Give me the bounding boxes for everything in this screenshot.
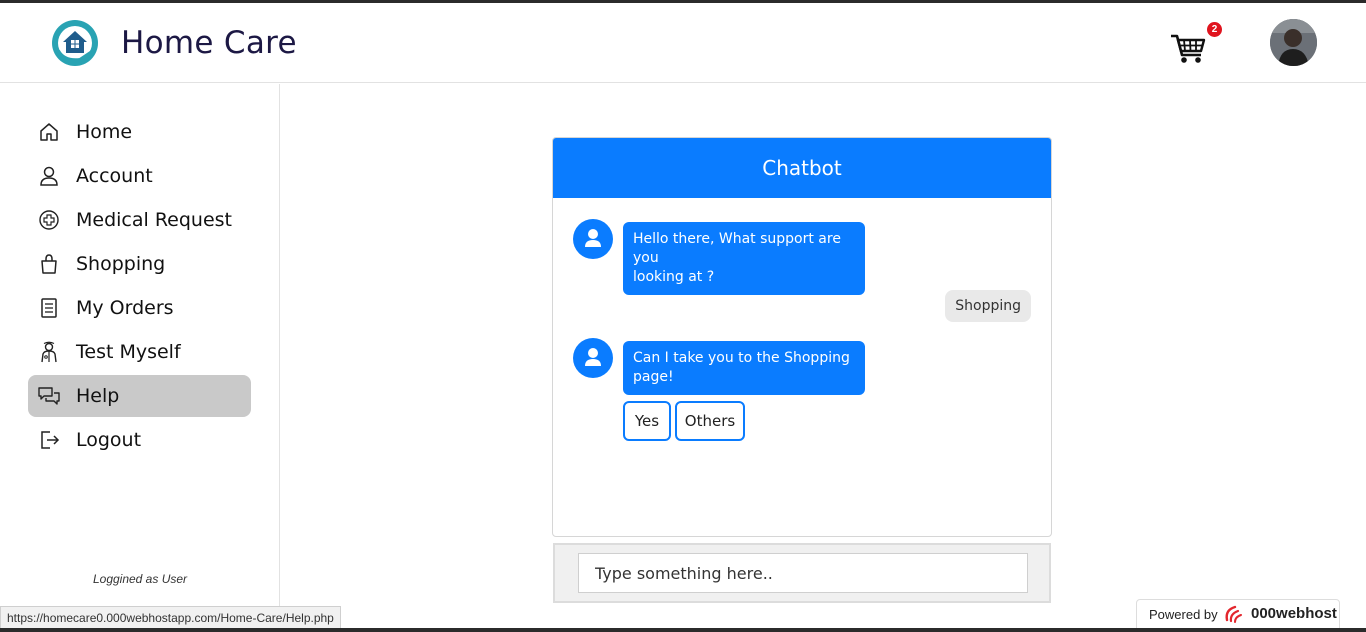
medical-cross-icon <box>39 210 59 230</box>
sidebar-item-my-orders[interactable]: My Orders <box>28 287 251 329</box>
sidebar-item-shopping[interactable]: Shopping <box>28 243 251 285</box>
receipt-icon <box>41 298 57 318</box>
sidebar-item-label: Test Myself <box>76 341 181 363</box>
sidebar-item-logout[interactable]: Logout <box>28 419 251 461</box>
app-title: Home Care <box>121 25 297 61</box>
sidebar-item-label: Account <box>76 165 153 187</box>
bot-message-line: looking at ? <box>633 269 715 285</box>
sidebar-item-test-myself[interactable]: Test Myself <box>28 331 251 373</box>
home-icon <box>40 123 58 141</box>
sidebar-item-label: Shopping <box>76 253 166 275</box>
bot-message-line: Can I take you to the Shopping <box>633 350 850 366</box>
bot-user-icon <box>585 348 601 366</box>
bot-avatar <box>573 219 613 259</box>
logged-in-status: Loggined as User <box>92 572 188 586</box>
powered-by-brand: 000webhost <box>1251 605 1337 622</box>
shopping-cart-icon[interactable] <box>1168 27 1208 67</box>
bot-message: Can I take you to the Shopping page! <box>623 341 865 395</box>
window-bottom-strip <box>0 628 1366 632</box>
user-message: Shopping <box>945 290 1031 322</box>
doctor-icon <box>41 341 57 363</box>
sidebar: Home Account Medical Request Shopping My… <box>0 84 280 632</box>
sidebar-item-medical-request[interactable]: Medical Request <box>28 199 251 241</box>
sidebar-item-label: Medical Request <box>76 209 233 231</box>
bot-message-line: Hello there, What support are you <box>633 231 841 266</box>
chatbot-panel: Chatbot Hello there, What support are yo… <box>552 137 1052 537</box>
avatar-photo-icon <box>1270 19 1317 66</box>
bot-avatar <box>573 338 613 378</box>
sidebar-item-home[interactable]: Home <box>28 111 251 153</box>
sidebar-item-help[interactable]: Help <box>28 375 251 417</box>
user-icon <box>40 166 58 186</box>
status-bar-url: https://homecare0.000webhostapp.com/Home… <box>0 606 341 630</box>
sidebar-item-label: My Orders <box>76 297 174 319</box>
sidebar-item-account[interactable]: Account <box>28 155 251 197</box>
app-header: Home Care <box>0 3 1366 83</box>
user-avatar[interactable] <box>1270 19 1317 66</box>
bot-message: Hello there, What support are you lookin… <box>623 222 865 295</box>
powered-by-badge[interactable]: Powered by 000webhost <box>1136 599 1340 629</box>
chat-message-input[interactable] <box>578 553 1028 593</box>
chatbot-title: Chatbot <box>553 138 1051 198</box>
sidebar-item-label: Help <box>76 385 120 407</box>
bot-user-icon <box>585 229 601 247</box>
chat-input-bar <box>553 543 1051 603</box>
option-others-button[interactable]: Others <box>675 401 745 441</box>
cart-count-badge: 2 <box>1207 22 1222 37</box>
logout-icon <box>41 431 60 449</box>
chat-bubbles-icon <box>38 387 60 405</box>
sidebar-item-label: Home <box>76 121 133 143</box>
webhost-logo-icon <box>1225 605 1242 623</box>
shopping-bag-icon <box>41 254 57 274</box>
home-care-logo-icon <box>52 20 98 66</box>
bot-message-line: page! <box>633 369 674 385</box>
powered-by-label: Powered by <box>1149 607 1218 622</box>
sidebar-item-label: Logout <box>76 429 142 451</box>
option-yes-button[interactable]: Yes <box>623 401 671 441</box>
